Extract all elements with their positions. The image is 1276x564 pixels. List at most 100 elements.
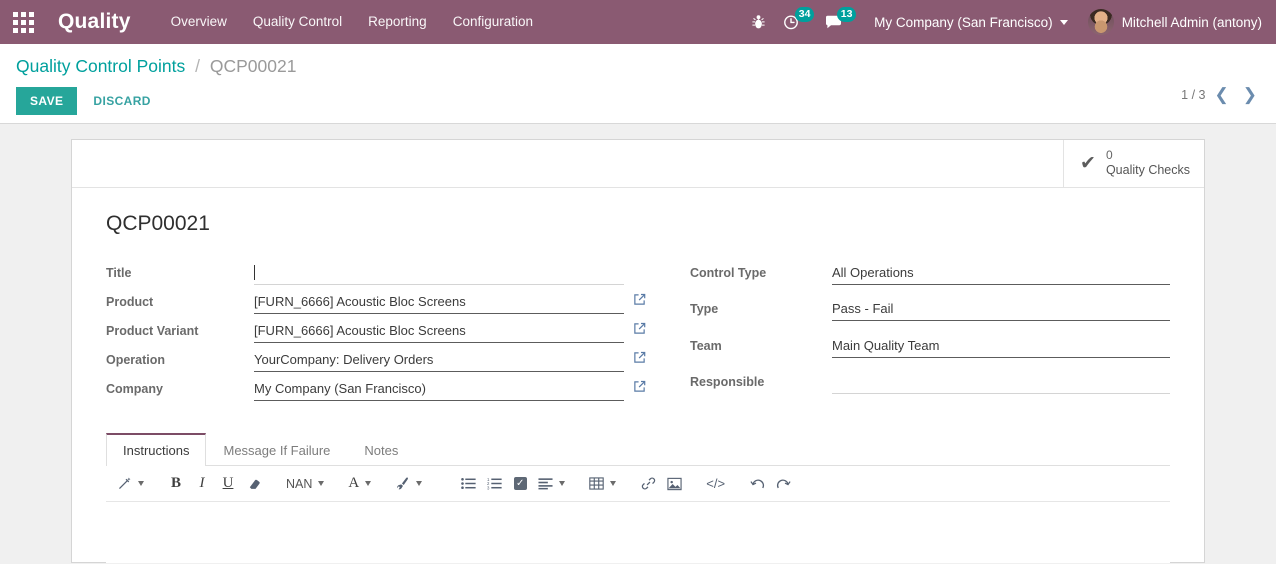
company-name: My Company (San Francisco)	[874, 15, 1053, 30]
menu-item-overview[interactable]: Overview	[171, 0, 227, 44]
chevron-down-icon	[318, 481, 324, 486]
ordered-list-icon[interactable]: 1 2 3	[481, 469, 507, 499]
breadcrumb: Quality Control Points / QCP00021	[16, 56, 1260, 77]
operation-internal-link-icon[interactable]	[624, 345, 652, 364]
field-wrap-product-variant: [FURN_6666] Acoustic Bloc Screens	[254, 316, 624, 345]
product-input[interactable]: [FURN_6666] Acoustic Bloc Screens	[254, 292, 624, 314]
title-input[interactable]	[254, 263, 624, 285]
pager-counter: 1 / 3	[1181, 88, 1205, 102]
record-pager: 1 / 3 ❮ ❯	[1181, 86, 1262, 103]
company-switcher[interactable]: My Company (San Francisco)	[860, 0, 1078, 44]
control-panel: Quality Control Points / QCP00021 SAVE D…	[0, 44, 1276, 124]
content-area: ✔ 0 Quality Checks QCP00021 Title	[0, 124, 1276, 563]
form-right-column: Control Type All Operations Type Pass - …	[682, 258, 1170, 403]
font-color-icon[interactable]: A	[343, 469, 376, 499]
breadcrumb-root-link[interactable]: Quality Control Points	[16, 56, 185, 76]
chevron-right-icon[interactable]: ❯	[1238, 86, 1262, 103]
activity-menu[interactable]: 34	[775, 0, 817, 44]
field-wrap-title	[254, 258, 624, 287]
discard-button[interactable]: DISCARD	[83, 87, 160, 115]
field-wrap-responsible	[832, 367, 1170, 396]
navbar-right: 34 13 My Company (San Francisco) Mitchel…	[741, 0, 1266, 44]
tab-notes[interactable]: Notes	[347, 433, 415, 466]
field-label-title: Title	[106, 258, 254, 287]
main-menu: Overview Quality Control Reporting Confi…	[171, 0, 533, 44]
company-internal-link-icon[interactable]	[624, 374, 652, 393]
chevron-down-icon	[610, 481, 616, 486]
font-size-dropdown[interactable]: NAN	[281, 469, 329, 499]
form-sheet: ✔ 0 Quality Checks QCP00021 Title	[71, 139, 1205, 563]
field-label-type: Type	[682, 294, 832, 323]
form-left-column: Title Product [FURN_6666] Acoustic Bloc …	[106, 258, 682, 403]
save-button[interactable]: SAVE	[16, 87, 77, 115]
menu-item-reporting[interactable]: Reporting	[368, 0, 427, 44]
field-label-operation: Operation	[106, 345, 254, 374]
field-wrap-product: [FURN_6666] Acoustic Bloc Screens	[254, 287, 624, 316]
messages-count-badge: 13	[837, 7, 856, 22]
team-input[interactable]: Main Quality Team	[832, 336, 1170, 358]
checklist-icon[interactable]: ✓	[507, 469, 533, 499]
clear-format-icon[interactable]	[241, 469, 267, 499]
quality-checks-stat-button[interactable]: ✔ 0 Quality Checks	[1063, 140, 1204, 187]
field-label-product-variant: Product Variant	[106, 316, 254, 345]
breadcrumb-separator: /	[195, 56, 200, 76]
product-variant-internal-link-icon[interactable]	[624, 316, 652, 335]
quality-checks-count: 0	[1106, 148, 1190, 163]
form-columns: Title Product [FURN_6666] Acoustic Bloc …	[106, 258, 1170, 403]
style-wand-icon[interactable]	[112, 469, 149, 499]
stat-button-bar: ✔ 0 Quality Checks	[72, 140, 1204, 188]
chevron-down-icon	[1060, 20, 1068, 25]
chevron-down-icon	[365, 481, 371, 486]
field-label-control-type: Control Type	[682, 258, 832, 287]
bug-icon[interactable]	[741, 0, 775, 44]
chevron-down-icon	[416, 481, 422, 486]
tab-instructions[interactable]: Instructions	[106, 433, 206, 466]
user-menu[interactable]: Mitchell Admin (antony)	[1078, 0, 1266, 44]
menu-item-quality-control[interactable]: Quality Control	[253, 0, 342, 44]
link-icon[interactable]	[635, 469, 661, 499]
quality-checks-label: Quality Checks	[1106, 163, 1190, 179]
field-label-company: Company	[106, 374, 254, 403]
breadcrumb-current: QCP00021	[210, 56, 297, 76]
check-icon: ✔	[1080, 154, 1096, 173]
apps-grid-icon	[13, 12, 34, 33]
control-type-select[interactable]: All Operations	[832, 263, 1170, 285]
align-dropdown-icon[interactable]	[533, 469, 570, 499]
background-color-icon[interactable]	[390, 469, 427, 499]
form-action-buttons: SAVE DISCARD	[16, 87, 1260, 115]
chevron-down-icon	[138, 481, 144, 486]
product-internal-link-icon[interactable]	[624, 287, 652, 306]
image-icon[interactable]	[661, 469, 687, 499]
type-select[interactable]: Pass - Fail	[832, 299, 1170, 321]
chevron-down-icon	[559, 481, 565, 486]
form-body: QCP00021 Title Product [FURN_6666] Acous…	[72, 188, 1204, 563]
undo-icon[interactable]	[744, 469, 770, 499]
apps-menu-button[interactable]	[0, 0, 46, 44]
responsible-input[interactable]	[832, 372, 1170, 394]
field-wrap-team: Main Quality Team	[832, 331, 1170, 360]
field-wrap-control-type: All Operations	[832, 258, 1170, 287]
product-variant-input[interactable]: [FURN_6666] Acoustic Bloc Screens	[254, 321, 624, 343]
bold-icon[interactable]: B	[163, 469, 189, 499]
chevron-left-icon[interactable]: ❮	[1210, 86, 1234, 103]
field-label-responsible: Responsible	[682, 367, 832, 396]
instructions-editor[interactable]	[106, 502, 1170, 563]
tab-message-if-failure[interactable]: Message If Failure	[206, 433, 347, 466]
table-dropdown-icon[interactable]	[584, 469, 621, 499]
field-wrap-company: My Company (San Francisco)	[254, 374, 624, 403]
code-view-icon[interactable]: </>	[701, 469, 730, 499]
redo-icon[interactable]	[770, 469, 796, 499]
activity-count-badge: 34	[795, 7, 814, 22]
field-label-team: Team	[682, 331, 832, 360]
messaging-menu[interactable]: 13	[817, 0, 860, 44]
operation-input[interactable]: YourCompany: Delivery Orders	[254, 350, 624, 372]
notebook-tabs: Instructions Message If Failure Notes	[106, 433, 1170, 466]
italic-icon[interactable]: I	[189, 469, 215, 499]
menu-item-configuration[interactable]: Configuration	[453, 0, 533, 44]
company-input[interactable]: My Company (San Francisco)	[254, 379, 624, 401]
app-brand[interactable]: Quality	[58, 10, 131, 34]
field-label-product: Product	[106, 287, 254, 316]
unordered-list-icon[interactable]	[455, 469, 481, 499]
underline-icon[interactable]: U	[215, 469, 241, 499]
field-wrap-type: Pass - Fail	[832, 294, 1170, 323]
